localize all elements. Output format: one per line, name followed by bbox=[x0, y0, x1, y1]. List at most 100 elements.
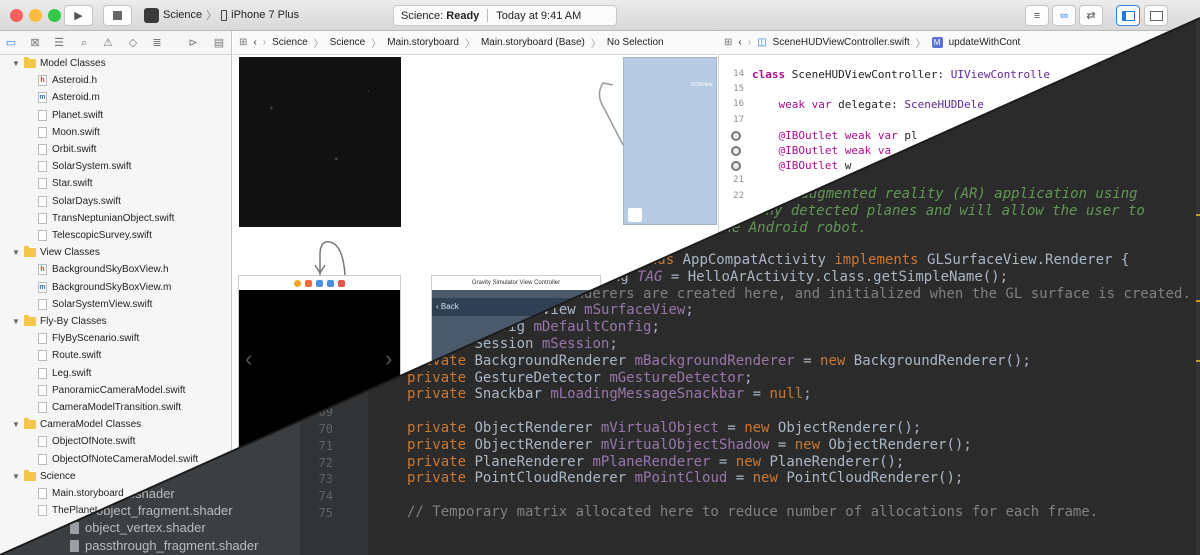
disclosure-triangle-icon[interactable]: ▼ bbox=[12, 420, 20, 429]
back-icon[interactable]: ‹ bbox=[738, 37, 741, 48]
scheme-selector[interactable]: Science 〉 iPhone 7 Plus bbox=[144, 7, 299, 23]
symbol-icon[interactable]: ☰ bbox=[52, 36, 66, 50]
first-responder-icon bbox=[294, 279, 301, 287]
navigator-tabs: ▭ ⊠ ☰ ⌕ ⚠ ◇ ≣ ⊳ ▤ bbox=[0, 31, 232, 55]
shader-file-icon bbox=[70, 540, 79, 552]
code-line: @IBOutlet weak var pl bbox=[778, 128, 918, 142]
code-line: tends AppCompatActivity implements GLSur… bbox=[632, 252, 1130, 268]
chevron-right-icon: 〉 bbox=[371, 39, 382, 50]
debug-icon[interactable]: ≣ bbox=[150, 36, 164, 50]
chevron-left-icon[interactable]: ‹ bbox=[245, 346, 252, 372]
run-button[interactable]: ▶ bbox=[64, 5, 93, 26]
navigator-file[interactable]: h BackgroundSkyBoxView.h bbox=[0, 261, 232, 278]
forward-icon[interactable]: › bbox=[263, 37, 266, 48]
report-icon[interactable]: ▤ bbox=[212, 36, 226, 50]
title-bar: ▶ Science 〉 iPhone 7 Plus Science: Ready… bbox=[0, 0, 1200, 31]
forward-icon[interactable]: › bbox=[748, 37, 751, 48]
navigator-file[interactable]: Moon.swift bbox=[0, 124, 232, 141]
object-icon bbox=[327, 279, 334, 287]
status-project: Science: Ready bbox=[401, 9, 480, 22]
stop-button[interactable] bbox=[103, 5, 132, 26]
toggle-debug-button[interactable] bbox=[1144, 5, 1168, 26]
line-number: 74 bbox=[318, 489, 333, 504]
stop-icon bbox=[113, 11, 122, 20]
code-line: private GestureDetector mGestureDetector… bbox=[407, 369, 753, 386]
disclosure-triangle-icon[interactable]: ▼ bbox=[12, 248, 20, 257]
navigator-label: FlyByScenario.swift bbox=[52, 333, 140, 345]
chevron-right-icon[interactable]: › bbox=[385, 346, 392, 372]
panel-bottom-icon bbox=[1149, 10, 1163, 21]
swift-file-icon bbox=[38, 436, 47, 448]
swift-file-icon bbox=[38, 333, 47, 345]
navigator-file[interactable]: h Asteroid.h bbox=[0, 72, 232, 89]
source-control-icon[interactable]: ⊠ bbox=[28, 36, 42, 50]
assistant-editor-button[interactable]: ∞ bbox=[1052, 5, 1076, 26]
folder-icon[interactable]: ▭ bbox=[4, 36, 18, 50]
navigator-file[interactable]: SolarSystem.swift bbox=[0, 158, 232, 175]
toggle-navigator-button[interactable] bbox=[1116, 5, 1140, 26]
navigator-label: Model Classes bbox=[40, 58, 106, 69]
navigator-file[interactable]: ObjectOfNote.swift bbox=[0, 433, 232, 450]
navigator-file[interactable]: Route.swift bbox=[0, 347, 232, 364]
navigator-group[interactable]: ▼ Model Classes bbox=[0, 55, 232, 72]
navigator-file[interactable]: ObjectOfNoteCameraModel.swift bbox=[0, 451, 232, 468]
navigator-file[interactable]: Star.swift bbox=[0, 175, 232, 192]
grid-icon[interactable]: ⊞ bbox=[239, 37, 247, 48]
navigator-file[interactable]: TransNeptunianObject.swift bbox=[0, 210, 232, 227]
error-stripe bbox=[1196, 18, 1200, 555]
breadcrumb-file[interactable]: Main.storyboard bbox=[387, 37, 459, 48]
zoom-window-button[interactable] bbox=[48, 9, 61, 22]
navigator-file[interactable]: Planet.swift bbox=[0, 107, 232, 124]
search-icon[interactable]: ⌕ bbox=[77, 36, 91, 50]
swift-file-icon bbox=[38, 402, 47, 413]
swift-file-icon bbox=[38, 126, 47, 138]
test-icon[interactable]: ◇ bbox=[126, 36, 140, 50]
close-window-button[interactable] bbox=[10, 9, 23, 22]
outlet-connection-icon[interactable] bbox=[731, 130, 741, 141]
navigator-group[interactable]: ▼ CameraModel Classes bbox=[0, 416, 232, 433]
version-editor-button[interactable]: ⇄ bbox=[1079, 5, 1103, 26]
swift-file-icon bbox=[38, 367, 47, 379]
disclosure-triangle-icon[interactable]: ▼ bbox=[12, 472, 20, 481]
code-line: ring TAG = HelloArActivity.class.getSimp… bbox=[595, 268, 1009, 285]
breadcrumb-group[interactable]: Science bbox=[330, 37, 366, 48]
chevron-right-icon: 〉 bbox=[464, 39, 475, 50]
standard-editor-button[interactable]: ≡ bbox=[1025, 5, 1049, 26]
swift-file-icon bbox=[38, 161, 47, 173]
navigator-file[interactable]: Leg.swift bbox=[0, 365, 232, 382]
project-file[interactable]: object_fragment.shader bbox=[96, 503, 233, 518]
warning-icon[interactable]: ⚠ bbox=[101, 36, 115, 50]
lines-icon: ≡ bbox=[1033, 9, 1041, 22]
back-icon[interactable]: ‹ bbox=[253, 37, 256, 48]
breadcrumb-selection[interactable]: No Selection bbox=[607, 37, 664, 48]
navigator-file[interactable]: FlyByScenario.swift bbox=[0, 330, 232, 347]
outlet-connection-icon[interactable] bbox=[731, 146, 741, 156]
navigator-file[interactable]: SolarDays.swift bbox=[0, 193, 232, 210]
project-file[interactable]: passthrough_fragment.shader bbox=[85, 538, 258, 553]
disclosure-triangle-icon[interactable]: ▼ bbox=[12, 59, 20, 68]
navigator-file[interactable]: TelescopicSurvey.swift bbox=[0, 227, 232, 244]
breadcrumb-file[interactable]: SceneHUDViewController.swift bbox=[773, 37, 910, 48]
h-file-icon: h bbox=[38, 264, 47, 276]
code-line: weak var delegate: SceneHUDDele bbox=[778, 98, 984, 112]
navigator-label: SolarSystemView.swift bbox=[52, 298, 153, 310]
navigator-label: CameraModel Classes bbox=[40, 419, 142, 431]
navigator-group[interactable]: ▼ Fly-By Classes bbox=[0, 313, 232, 330]
minimize-window-button[interactable] bbox=[29, 9, 42, 22]
breadcrumb-method[interactable]: updateWithCont bbox=[949, 37, 1021, 48]
navigator-file[interactable]: SolarSystemView.swift bbox=[0, 296, 232, 313]
split-icon[interactable]: ◫ bbox=[757, 37, 766, 48]
project-file[interactable]: object_vertex.shader bbox=[85, 520, 206, 535]
navigator-file[interactable]: m BackgroundSkyBoxView.m bbox=[0, 279, 232, 296]
disclosure-triangle-icon[interactable]: ▼ bbox=[12, 317, 20, 326]
navigator-file[interactable]: PanoramicCameraModel.swift bbox=[0, 382, 232, 399]
navigator-file[interactable]: Orbit.swift bbox=[0, 141, 232, 158]
navigator-file[interactable]: CameraModelTransition.swift bbox=[0, 399, 232, 416]
breadcrumb-variant[interactable]: Main.storyboard (Base) bbox=[481, 37, 585, 48]
navigator-group[interactable]: ▼ View Classes bbox=[0, 244, 232, 261]
breakpoint-icon[interactable]: ⊳ bbox=[186, 36, 200, 50]
grid-icon[interactable]: ⊞ bbox=[724, 37, 732, 48]
navigator-label: SolarDays.swift bbox=[52, 195, 121, 207]
navigator-file[interactable]: m Asteroid.m bbox=[0, 89, 232, 106]
breadcrumb-project[interactable]: Science bbox=[272, 37, 308, 48]
